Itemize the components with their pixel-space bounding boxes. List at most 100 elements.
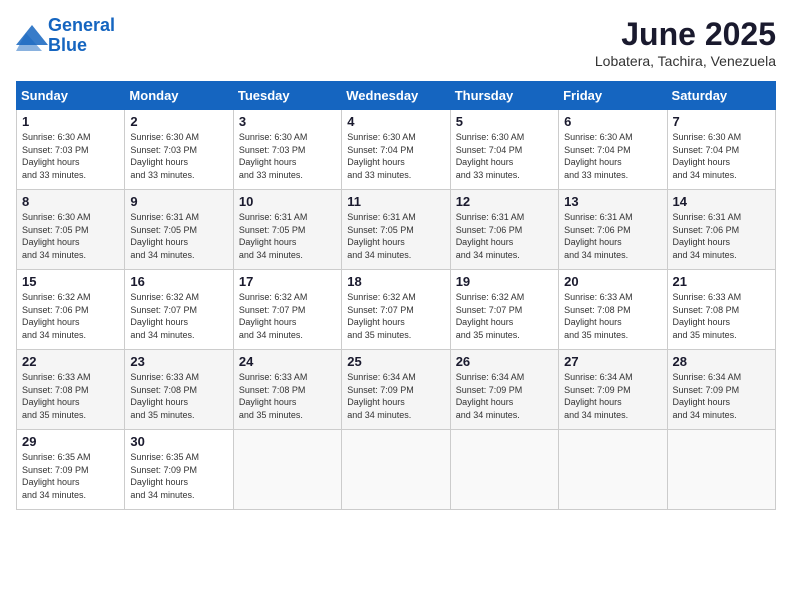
day-number: 13 xyxy=(564,194,661,209)
day-number: 15 xyxy=(22,274,119,289)
calendar-cell: 13 Sunrise: 6:31 AM Sunset: 7:06 PM Dayl… xyxy=(559,190,667,270)
calendar-cell: 15 Sunrise: 6:32 AM Sunset: 7:06 PM Dayl… xyxy=(17,270,125,350)
calendar-cell: 9 Sunrise: 6:31 AM Sunset: 7:05 PM Dayli… xyxy=(125,190,233,270)
cell-info: Sunrise: 6:31 AM Sunset: 7:05 PM Dayligh… xyxy=(347,211,444,261)
cell-info: Sunrise: 6:31 AM Sunset: 7:05 PM Dayligh… xyxy=(130,211,227,261)
cell-info: Sunrise: 6:33 AM Sunset: 7:08 PM Dayligh… xyxy=(130,371,227,421)
cell-info: Sunrise: 6:32 AM Sunset: 7:07 PM Dayligh… xyxy=(239,291,336,341)
page-header: General Blue June 2025 Lobatera, Tachira… xyxy=(16,16,776,69)
cell-info: Sunrise: 6:33 AM Sunset: 7:08 PM Dayligh… xyxy=(564,291,661,341)
cell-info: Sunrise: 6:31 AM Sunset: 7:06 PM Dayligh… xyxy=(564,211,661,261)
day-number: 30 xyxy=(130,434,227,449)
day-number: 23 xyxy=(130,354,227,369)
cell-info: Sunrise: 6:32 AM Sunset: 7:07 PM Dayligh… xyxy=(130,291,227,341)
calendar-cell xyxy=(559,430,667,510)
weekday-header-wednesday: Wednesday xyxy=(342,82,450,110)
day-number: 9 xyxy=(130,194,227,209)
day-number: 2 xyxy=(130,114,227,129)
calendar-cell: 3 Sunrise: 6:30 AM Sunset: 7:03 PM Dayli… xyxy=(233,110,341,190)
calendar-cell: 2 Sunrise: 6:30 AM Sunset: 7:03 PM Dayli… xyxy=(125,110,233,190)
calendar-cell xyxy=(667,430,775,510)
calendar-cell: 1 Sunrise: 6:30 AM Sunset: 7:03 PM Dayli… xyxy=(17,110,125,190)
weekday-header-friday: Friday xyxy=(559,82,667,110)
day-number: 28 xyxy=(673,354,770,369)
logo-icon xyxy=(16,25,44,47)
calendar-cell: 26 Sunrise: 6:34 AM Sunset: 7:09 PM Dayl… xyxy=(450,350,558,430)
day-number: 20 xyxy=(564,274,661,289)
cell-info: Sunrise: 6:35 AM Sunset: 7:09 PM Dayligh… xyxy=(130,451,227,501)
cell-info: Sunrise: 6:31 AM Sunset: 7:06 PM Dayligh… xyxy=(673,211,770,261)
weekday-header-tuesday: Tuesday xyxy=(233,82,341,110)
day-number: 8 xyxy=(22,194,119,209)
day-number: 16 xyxy=(130,274,227,289)
cell-info: Sunrise: 6:30 AM Sunset: 7:04 PM Dayligh… xyxy=(456,131,553,181)
day-number: 3 xyxy=(239,114,336,129)
day-number: 12 xyxy=(456,194,553,209)
day-number: 25 xyxy=(347,354,444,369)
day-number: 26 xyxy=(456,354,553,369)
day-number: 14 xyxy=(673,194,770,209)
day-number: 21 xyxy=(673,274,770,289)
cell-info: Sunrise: 6:30 AM Sunset: 7:03 PM Dayligh… xyxy=(22,131,119,181)
calendar-cell: 20 Sunrise: 6:33 AM Sunset: 7:08 PM Dayl… xyxy=(559,270,667,350)
calendar-cell: 19 Sunrise: 6:32 AM Sunset: 7:07 PM Dayl… xyxy=(450,270,558,350)
day-number: 18 xyxy=(347,274,444,289)
weekday-header-monday: Monday xyxy=(125,82,233,110)
logo-text: General Blue xyxy=(48,16,115,56)
calendar-cell: 8 Sunrise: 6:30 AM Sunset: 7:05 PM Dayli… xyxy=(17,190,125,270)
logo: General Blue xyxy=(16,16,115,56)
calendar-cell: 18 Sunrise: 6:32 AM Sunset: 7:07 PM Dayl… xyxy=(342,270,450,350)
calendar-cell: 5 Sunrise: 6:30 AM Sunset: 7:04 PM Dayli… xyxy=(450,110,558,190)
cell-info: Sunrise: 6:32 AM Sunset: 7:07 PM Dayligh… xyxy=(347,291,444,341)
calendar-cell: 6 Sunrise: 6:30 AM Sunset: 7:04 PM Dayli… xyxy=(559,110,667,190)
cell-info: Sunrise: 6:34 AM Sunset: 7:09 PM Dayligh… xyxy=(564,371,661,421)
cell-info: Sunrise: 6:30 AM Sunset: 7:04 PM Dayligh… xyxy=(673,131,770,181)
calendar-cell xyxy=(450,430,558,510)
calendar-cell: 17 Sunrise: 6:32 AM Sunset: 7:07 PM Dayl… xyxy=(233,270,341,350)
cell-info: Sunrise: 6:30 AM Sunset: 7:05 PM Dayligh… xyxy=(22,211,119,261)
cell-info: Sunrise: 6:34 AM Sunset: 7:09 PM Dayligh… xyxy=(347,371,444,421)
day-number: 7 xyxy=(673,114,770,129)
weekday-header-sunday: Sunday xyxy=(17,82,125,110)
cell-info: Sunrise: 6:32 AM Sunset: 7:07 PM Dayligh… xyxy=(456,291,553,341)
day-number: 10 xyxy=(239,194,336,209)
day-number: 27 xyxy=(564,354,661,369)
calendar-table: SundayMondayTuesdayWednesdayThursdayFrid… xyxy=(16,81,776,510)
day-number: 5 xyxy=(456,114,553,129)
calendar-cell: 27 Sunrise: 6:34 AM Sunset: 7:09 PM Dayl… xyxy=(559,350,667,430)
weekday-header-saturday: Saturday xyxy=(667,82,775,110)
calendar-cell: 22 Sunrise: 6:33 AM Sunset: 7:08 PM Dayl… xyxy=(17,350,125,430)
calendar-cell: 25 Sunrise: 6:34 AM Sunset: 7:09 PM Dayl… xyxy=(342,350,450,430)
weekday-header-thursday: Thursday xyxy=(450,82,558,110)
day-number: 6 xyxy=(564,114,661,129)
cell-info: Sunrise: 6:33 AM Sunset: 7:08 PM Dayligh… xyxy=(673,291,770,341)
cell-info: Sunrise: 6:33 AM Sunset: 7:08 PM Dayligh… xyxy=(239,371,336,421)
calendar-cell xyxy=(233,430,341,510)
cell-info: Sunrise: 6:33 AM Sunset: 7:08 PM Dayligh… xyxy=(22,371,119,421)
cell-info: Sunrise: 6:30 AM Sunset: 7:04 PM Dayligh… xyxy=(564,131,661,181)
calendar-cell: 11 Sunrise: 6:31 AM Sunset: 7:05 PM Dayl… xyxy=(342,190,450,270)
month-title: June 2025 xyxy=(595,16,776,53)
cell-info: Sunrise: 6:30 AM Sunset: 7:04 PM Dayligh… xyxy=(347,131,444,181)
calendar-cell: 16 Sunrise: 6:32 AM Sunset: 7:07 PM Dayl… xyxy=(125,270,233,350)
calendar-cell: 23 Sunrise: 6:33 AM Sunset: 7:08 PM Dayl… xyxy=(125,350,233,430)
calendar-cell: 21 Sunrise: 6:33 AM Sunset: 7:08 PM Dayl… xyxy=(667,270,775,350)
calendar-cell: 7 Sunrise: 6:30 AM Sunset: 7:04 PM Dayli… xyxy=(667,110,775,190)
cell-info: Sunrise: 6:34 AM Sunset: 7:09 PM Dayligh… xyxy=(456,371,553,421)
calendar-cell: 28 Sunrise: 6:34 AM Sunset: 7:09 PM Dayl… xyxy=(667,350,775,430)
cell-info: Sunrise: 6:35 AM Sunset: 7:09 PM Dayligh… xyxy=(22,451,119,501)
title-block: June 2025 Lobatera, Tachira, Venezuela xyxy=(595,16,776,69)
day-number: 11 xyxy=(347,194,444,209)
calendar-cell: 14 Sunrise: 6:31 AM Sunset: 7:06 PM Dayl… xyxy=(667,190,775,270)
day-number: 17 xyxy=(239,274,336,289)
day-number: 1 xyxy=(22,114,119,129)
day-number: 4 xyxy=(347,114,444,129)
day-number: 22 xyxy=(22,354,119,369)
day-number: 24 xyxy=(239,354,336,369)
cell-info: Sunrise: 6:31 AM Sunset: 7:05 PM Dayligh… xyxy=(239,211,336,261)
cell-info: Sunrise: 6:34 AM Sunset: 7:09 PM Dayligh… xyxy=(673,371,770,421)
day-number: 29 xyxy=(22,434,119,449)
cell-info: Sunrise: 6:30 AM Sunset: 7:03 PM Dayligh… xyxy=(239,131,336,181)
calendar-cell: 24 Sunrise: 6:33 AM Sunset: 7:08 PM Dayl… xyxy=(233,350,341,430)
calendar-cell: 29 Sunrise: 6:35 AM Sunset: 7:09 PM Dayl… xyxy=(17,430,125,510)
